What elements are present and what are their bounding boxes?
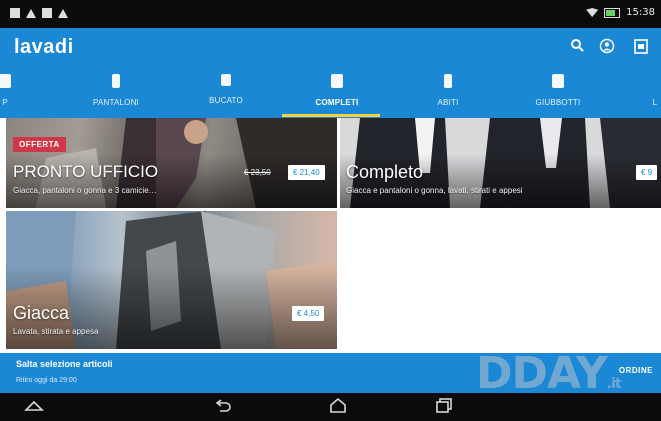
order-button[interactable]: ORDINE bbox=[619, 366, 653, 375]
tab-abiti[interactable]: ABITI bbox=[403, 66, 493, 118]
card-title: Giacca bbox=[13, 303, 70, 323]
cart-icon[interactable] bbox=[632, 38, 650, 56]
tab-bucato[interactable]: BUCATO bbox=[181, 66, 271, 118]
notification-icon bbox=[10, 8, 20, 18]
bar-subtitle: Ritiro oggi da 29:00 bbox=[16, 377, 77, 384]
back-icon[interactable] bbox=[206, 397, 242, 417]
card-subtitle: Giacca e pantaloni o gonna, lavati, stir… bbox=[346, 186, 523, 195]
battery-icon bbox=[604, 7, 621, 18]
app-screen: 15:38 lavadi P PANTALONI BUCATO COMPLETI… bbox=[0, 0, 661, 421]
shirt-icon bbox=[0, 74, 11, 88]
warning-icon bbox=[26, 8, 36, 18]
card-title: PRONTO UFFICIO bbox=[13, 162, 159, 181]
collapse-icon[interactable] bbox=[16, 397, 52, 417]
tab-label: BUCATO bbox=[209, 96, 243, 105]
price-tag: € 21,40 bbox=[288, 165, 325, 180]
price-tag: € 9 bbox=[636, 165, 658, 180]
laundry-icon bbox=[221, 74, 231, 86]
tab-label: GIUBBOTTI bbox=[535, 98, 581, 107]
status-time: 15:38 bbox=[626, 7, 655, 18]
dress-icon bbox=[444, 74, 452, 88]
tab-giubbotti[interactable]: GIUBBOTTI bbox=[513, 66, 603, 118]
card-title: Completo bbox=[346, 162, 424, 182]
app-logo: lavadi bbox=[14, 36, 74, 58]
watermark-text: DDAY bbox=[476, 348, 608, 399]
app-bar: lavadi bbox=[0, 28, 661, 66]
wifi-icon bbox=[586, 8, 599, 17]
pants-icon bbox=[112, 74, 120, 88]
tab-completi[interactable]: COMPLETI bbox=[292, 66, 382, 118]
status-right: 15:38 bbox=[586, 7, 655, 18]
alert-icon bbox=[58, 8, 68, 18]
status-bar: 15:38 bbox=[0, 0, 661, 28]
jacket-icon bbox=[552, 74, 564, 88]
tab-label: COMPLETI bbox=[315, 98, 359, 107]
tab-label: P bbox=[2, 98, 8, 107]
recents-icon[interactable] bbox=[426, 397, 462, 417]
suit-icon bbox=[331, 74, 343, 88]
offer-badge: OFFERTA bbox=[13, 137, 66, 152]
card-subtitle: Giacca, pantaloni o gonna e 3 camicie… bbox=[13, 186, 157, 195]
category-tabs: P PANTALONI BUCATO COMPLETI ABITI GIUBBO… bbox=[0, 66, 661, 118]
search-icon[interactable] bbox=[568, 38, 586, 56]
product-card-giacca[interactable]: Giacca Lavata, stirata e appesa € 4,50 bbox=[6, 211, 337, 349]
tab-label: ABITI bbox=[437, 98, 459, 107]
bar-title: Salta selezione articoli bbox=[16, 359, 113, 369]
card-subtitle: Lavata, stirata e appesa bbox=[13, 327, 99, 336]
old-price: € 23,50 bbox=[244, 168, 271, 177]
status-left bbox=[10, 8, 68, 18]
tab-l[interactable]: L bbox=[610, 66, 661, 118]
tab-pantaloni[interactable]: PANTALONI bbox=[71, 66, 161, 118]
price-tag: € 4,50 bbox=[292, 306, 325, 321]
tab-indicator bbox=[282, 114, 380, 117]
tab-p[interactable]: P bbox=[0, 66, 50, 118]
system-nav-bar bbox=[0, 393, 661, 421]
product-card-completo[interactable]: Completo Giacca e pantaloni o gonna, lav… bbox=[340, 118, 661, 208]
image-icon bbox=[42, 8, 52, 18]
watermark-suffix: .it bbox=[606, 376, 622, 392]
product-card-pronto-ufficio[interactable]: OFFERTA PRONTO UFFICIO Giacca, pantaloni… bbox=[6, 118, 337, 208]
watermark-logo: DDAY.it bbox=[476, 348, 622, 399]
home-icon[interactable] bbox=[320, 397, 356, 417]
tab-label: L bbox=[652, 98, 658, 107]
account-icon[interactable] bbox=[598, 38, 616, 56]
tab-label: PANTALONI bbox=[93, 98, 139, 107]
